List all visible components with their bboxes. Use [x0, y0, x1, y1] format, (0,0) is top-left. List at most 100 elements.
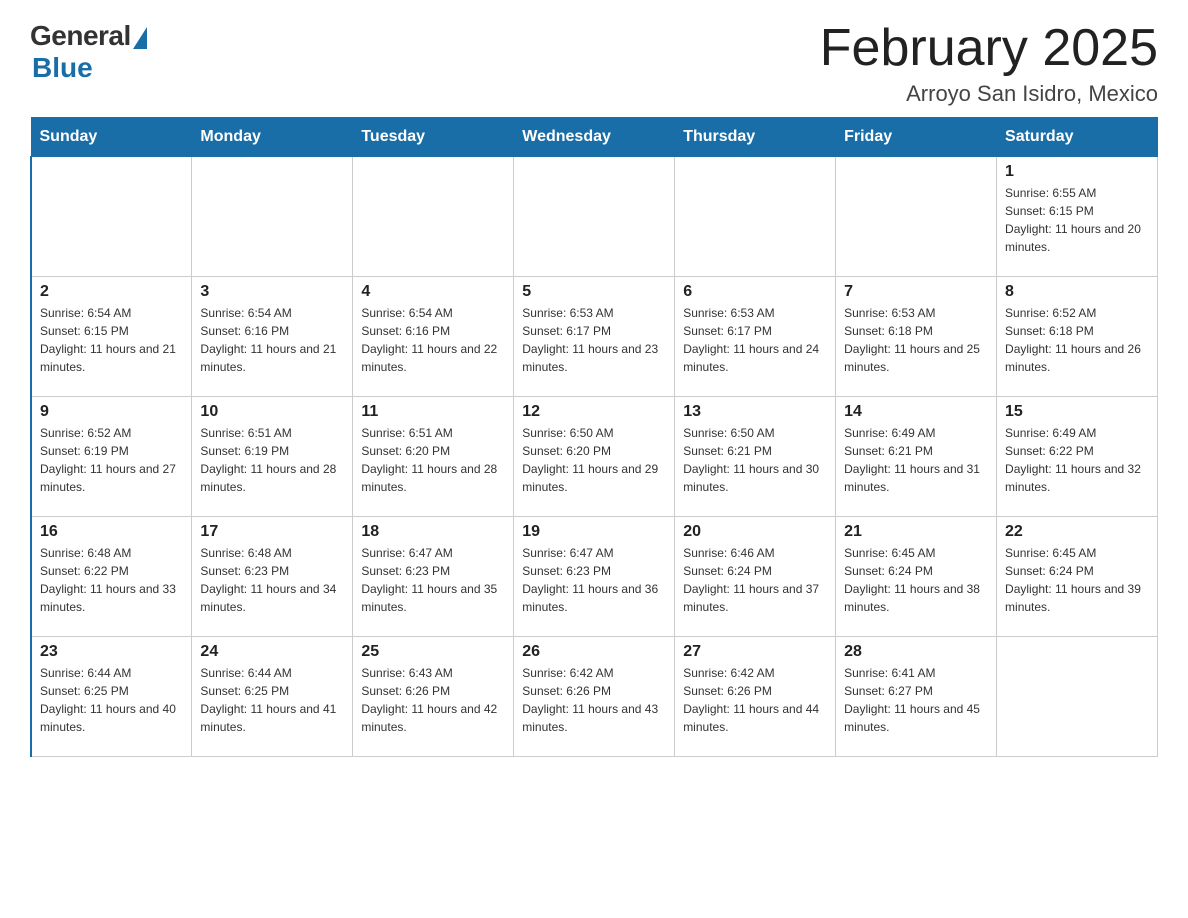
- day-info: Sunrise: 6:50 AMSunset: 6:21 PMDaylight:…: [683, 424, 827, 496]
- calendar-cell: [353, 157, 514, 277]
- calendar-cell: 20Sunrise: 6:46 AMSunset: 6:24 PMDayligh…: [675, 517, 836, 637]
- day-info: Sunrise: 6:51 AMSunset: 6:20 PMDaylight:…: [361, 424, 505, 496]
- day-number: 10: [200, 403, 344, 421]
- weekday-header-monday: Monday: [192, 118, 353, 157]
- day-number: 28: [844, 643, 988, 661]
- day-info: Sunrise: 6:55 AMSunset: 6:15 PMDaylight:…: [1005, 184, 1149, 256]
- day-info: Sunrise: 6:52 AMSunset: 6:19 PMDaylight:…: [40, 424, 183, 496]
- day-info: Sunrise: 6:43 AMSunset: 6:26 PMDaylight:…: [361, 664, 505, 736]
- day-number: 21: [844, 523, 988, 541]
- calendar-cell: 23 Sunrise: 6:44 AMSunset: 6:25 PMDayligh…: [31, 637, 192, 757]
- day-number: 9: [40, 403, 183, 421]
- weekday-header-saturday: Saturday: [997, 118, 1158, 157]
- calendar-cell: [514, 157, 675, 277]
- day-info: Sunrise: 6:49 AMSunset: 6:21 PMDaylight:…: [844, 424, 988, 496]
- calendar-table: SundayMondayTuesdayWednesdayThursdayFrid…: [30, 117, 1158, 757]
- calendar-week-row: 23 Sunrise: 6:44 AMSunset: 6:25 PMDayligh…: [31, 637, 1158, 757]
- day-number: 27: [683, 643, 827, 661]
- calendar-cell: 14 Sunrise: 6:49 AMSunset: 6:21 PMDayligh…: [836, 397, 997, 517]
- logo-triangle-icon: [133, 27, 147, 49]
- day-info: Sunrise: 6:44 AMSunset: 6:25 PMDaylight:…: [200, 664, 344, 736]
- calendar-cell: 4 Sunrise: 6:54 AMSunset: 6:16 PMDaylight…: [353, 277, 514, 397]
- calendar-cell: 12Sunrise: 6:50 AMSunset: 6:20 PMDayligh…: [514, 397, 675, 517]
- calendar-cell: 2 Sunrise: 6:54 AMSunset: 6:15 PMDaylight…: [31, 277, 192, 397]
- title-block: February 2025 Arroyo San Isidro, Mexico: [820, 20, 1158, 107]
- day-number: 6: [683, 283, 827, 301]
- calendar-cell: 1 Sunrise: 6:55 AMSunset: 6:15 PMDaylight…: [997, 157, 1158, 277]
- weekday-header-tuesday: Tuesday: [353, 118, 514, 157]
- calendar-cell: 3 Sunrise: 6:54 AMSunset: 6:16 PMDaylight…: [192, 277, 353, 397]
- day-number: 19: [522, 523, 666, 541]
- day-info: Sunrise: 6:48 AMSunset: 6:23 PMDaylight:…: [200, 544, 344, 616]
- calendar-cell: 19Sunrise: 6:47 AMSunset: 6:23 PMDayligh…: [514, 517, 675, 637]
- calendar-cell: 18Sunrise: 6:47 AMSunset: 6:23 PMDayligh…: [353, 517, 514, 637]
- day-number: 3: [200, 283, 344, 301]
- day-info: Sunrise: 6:48 AMSunset: 6:22 PMDaylight:…: [40, 544, 183, 616]
- day-number: 11: [361, 403, 505, 421]
- day-number: 24: [200, 643, 344, 661]
- day-info: Sunrise: 6:50 AMSunset: 6:20 PMDaylight:…: [522, 424, 666, 496]
- calendar-cell: 25 Sunrise: 6:43 AMSunset: 6:26 PMDayligh…: [353, 637, 514, 757]
- calendar-cell: 26 Sunrise: 6:42 AMSunset: 6:26 PMDayligh…: [514, 637, 675, 757]
- calendar-cell: 10 Sunrise: 6:51 AMSunset: 6:19 PMDayligh…: [192, 397, 353, 517]
- calendar-cell: [192, 157, 353, 277]
- calendar-week-row: 2 Sunrise: 6:54 AMSunset: 6:15 PMDaylight…: [31, 277, 1158, 397]
- day-number: 1: [1005, 163, 1149, 181]
- calendar-cell: [675, 157, 836, 277]
- calendar-cell: 27 Sunrise: 6:42 AMSunset: 6:26 PMDayligh…: [675, 637, 836, 757]
- day-number: 7: [844, 283, 988, 301]
- calendar-cell: 9 Sunrise: 6:52 AMSunset: 6:19 PMDaylight…: [31, 397, 192, 517]
- calendar-cell: 28Sunrise: 6:41 AMSunset: 6:27 PMDayligh…: [836, 637, 997, 757]
- day-info: Sunrise: 6:46 AMSunset: 6:24 PMDaylight:…: [683, 544, 827, 616]
- day-info: Sunrise: 6:47 AMSunset: 6:23 PMDaylight:…: [361, 544, 505, 616]
- day-info: Sunrise: 6:45 AMSunset: 6:24 PMDaylight:…: [1005, 544, 1149, 616]
- day-info: Sunrise: 6:42 AMSunset: 6:26 PMDaylight:…: [522, 664, 666, 736]
- calendar-cell: [836, 157, 997, 277]
- day-number: 8: [1005, 283, 1149, 301]
- calendar-week-row: 1 Sunrise: 6:55 AMSunset: 6:15 PMDaylight…: [31, 157, 1158, 277]
- weekday-header-sunday: Sunday: [31, 118, 192, 157]
- logo-general-text: General: [30, 20, 131, 52]
- day-number: 26: [522, 643, 666, 661]
- day-info: Sunrise: 6:54 AMSunset: 6:16 PMDaylight:…: [200, 304, 344, 376]
- day-number: 22: [1005, 523, 1149, 541]
- day-info: Sunrise: 6:53 AMSunset: 6:18 PMDaylight:…: [844, 304, 988, 376]
- day-number: 25: [361, 643, 505, 661]
- calendar-cell: 7 Sunrise: 6:53 AMSunset: 6:18 PMDaylight…: [836, 277, 997, 397]
- day-info: Sunrise: 6:52 AMSunset: 6:18 PMDaylight:…: [1005, 304, 1149, 376]
- day-info: Sunrise: 6:51 AMSunset: 6:19 PMDaylight:…: [200, 424, 344, 496]
- calendar-cell: 17 Sunrise: 6:48 AMSunset: 6:23 PMDayligh…: [192, 517, 353, 637]
- day-number: 15: [1005, 403, 1149, 421]
- weekday-header-wednesday: Wednesday: [514, 118, 675, 157]
- day-info: Sunrise: 6:42 AMSunset: 6:26 PMDaylight:…: [683, 664, 827, 736]
- logo: General Blue: [30, 20, 147, 84]
- day-info: Sunrise: 6:49 AMSunset: 6:22 PMDaylight:…: [1005, 424, 1149, 496]
- calendar-week-row: 9 Sunrise: 6:52 AMSunset: 6:19 PMDaylight…: [31, 397, 1158, 517]
- day-number: 2: [40, 283, 183, 301]
- day-info: Sunrise: 6:45 AMSunset: 6:24 PMDaylight:…: [844, 544, 988, 616]
- calendar-cell: 21 Sunrise: 6:45 AMSunset: 6:24 PMDayligh…: [836, 517, 997, 637]
- calendar-cell: 24 Sunrise: 6:44 AMSunset: 6:25 PMDayligh…: [192, 637, 353, 757]
- location-title: Arroyo San Isidro, Mexico: [820, 81, 1158, 107]
- day-info: Sunrise: 6:54 AMSunset: 6:16 PMDaylight:…: [361, 304, 505, 376]
- month-title: February 2025: [820, 20, 1158, 77]
- day-number: 23: [40, 643, 183, 661]
- calendar-cell: 16 Sunrise: 6:48 AMSunset: 6:22 PMDayligh…: [31, 517, 192, 637]
- page-header: General Blue February 2025 Arroyo San Is…: [30, 20, 1158, 107]
- day-number: 13: [683, 403, 827, 421]
- day-number: 4: [361, 283, 505, 301]
- day-number: 5: [522, 283, 666, 301]
- day-info: Sunrise: 6:54 AMSunset: 6:15 PMDaylight:…: [40, 304, 183, 376]
- day-number: 17: [200, 523, 344, 541]
- calendar-cell: 5Sunrise: 6:53 AMSunset: 6:17 PMDaylight…: [514, 277, 675, 397]
- calendar-cell: 11 Sunrise: 6:51 AMSunset: 6:20 PMDayligh…: [353, 397, 514, 517]
- day-number: 14: [844, 403, 988, 421]
- day-info: Sunrise: 6:44 AMSunset: 6:25 PMDaylight:…: [40, 664, 183, 736]
- calendar-cell: 22 Sunrise: 6:45 AMSunset: 6:24 PMDayligh…: [997, 517, 1158, 637]
- logo-blue-text: Blue: [32, 52, 93, 84]
- day-number: 16: [40, 523, 183, 541]
- calendar-cell: 8 Sunrise: 6:52 AMSunset: 6:18 PMDaylight…: [997, 277, 1158, 397]
- day-info: Sunrise: 6:53 AMSunset: 6:17 PMDaylight:…: [683, 304, 827, 376]
- calendar-header-row: SundayMondayTuesdayWednesdayThursdayFrid…: [31, 118, 1158, 157]
- calendar-cell: [31, 157, 192, 277]
